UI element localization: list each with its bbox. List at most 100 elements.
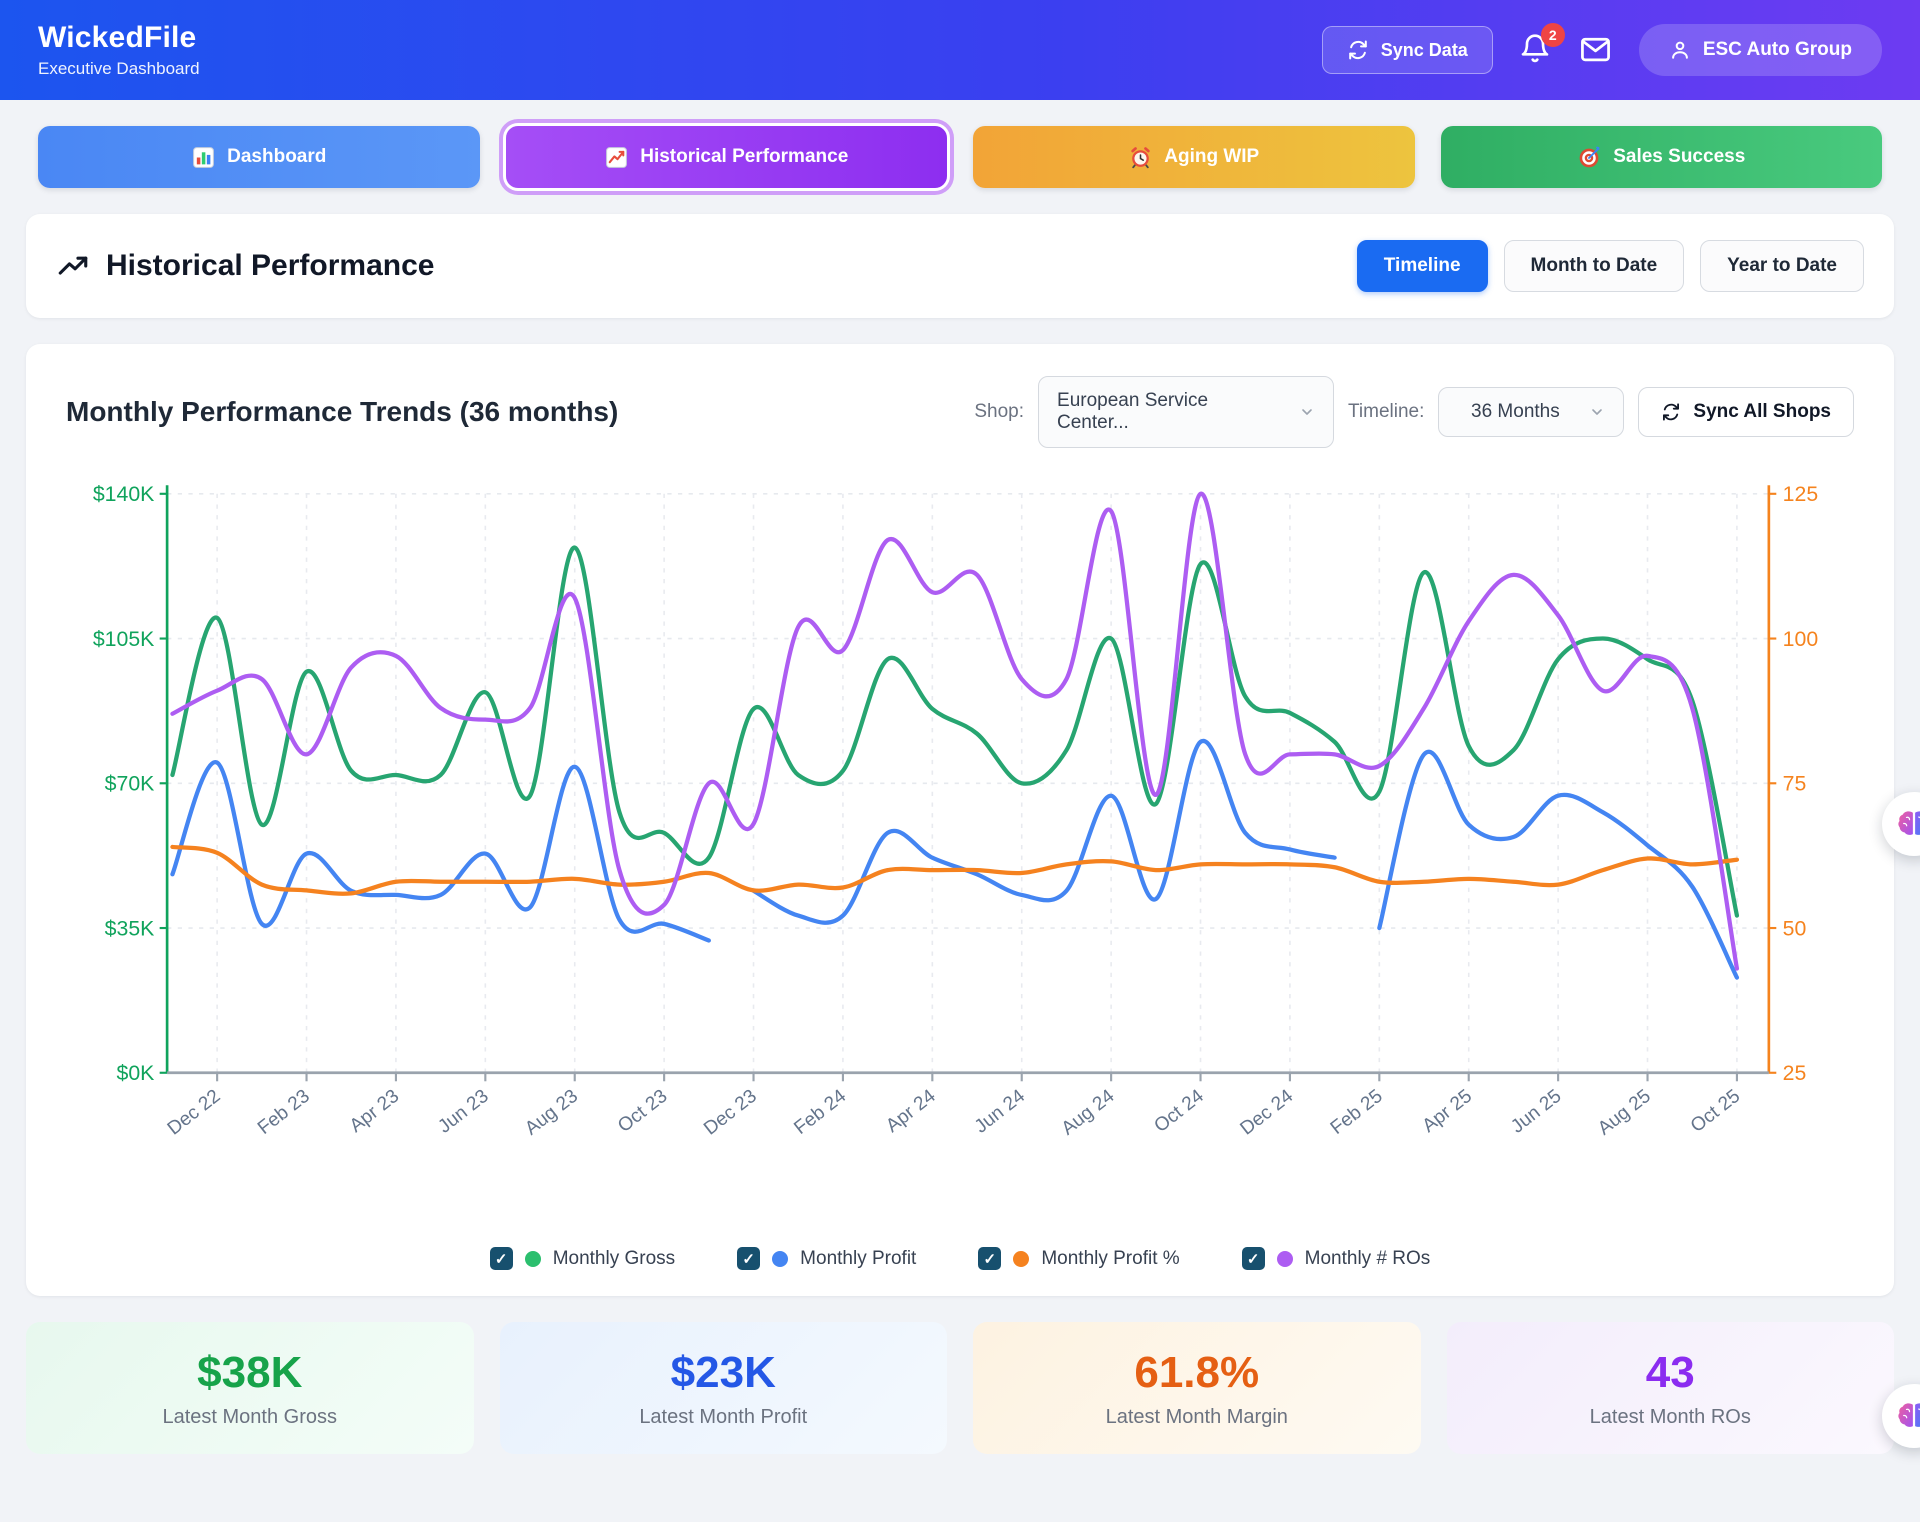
chevron-down-icon: [1589, 404, 1605, 420]
tab-aging-wip[interactable]: Aging WIP: [973, 126, 1415, 188]
legend-toggle-monthly-profit-pct[interactable]: ✓ Monthly Profit %: [978, 1247, 1179, 1270]
legend-label: Monthly Profit: [800, 1248, 916, 1270]
section-header-card: Historical Performance Timeline Month to…: [26, 214, 1894, 318]
notification-badge: 2: [1541, 23, 1565, 47]
shop-select[interactable]: European Service Center...: [1038, 376, 1334, 448]
tab-historical-label: Historical Performance: [640, 146, 848, 168]
svg-text:125: 125: [1783, 482, 1818, 506]
chevron-down-icon: [1299, 404, 1315, 420]
tab-sales-label: Sales Success: [1613, 146, 1745, 168]
stat-value: 43: [1646, 1348, 1695, 1398]
messages-button[interactable]: [1579, 33, 1613, 67]
header-actions: Sync Data 2: [1322, 24, 1882, 76]
svg-text:25: 25: [1783, 1061, 1807, 1085]
svg-text:$70K: $70K: [105, 772, 155, 796]
svg-text:$35K: $35K: [105, 916, 155, 940]
nav-tabs: Dashboard Historical Performance: [0, 126, 1920, 188]
bell-icon: [1519, 52, 1551, 69]
legend-toggle-monthly-gross[interactable]: ✓ Monthly Gross: [490, 1247, 675, 1270]
svg-text:$105K: $105K: [93, 627, 154, 651]
svg-text:Dec 23: Dec 23: [700, 1086, 761, 1140]
alarm-clock-icon: [1128, 145, 1153, 170]
legend-toggle-monthly-profit[interactable]: ✓ Monthly Profit: [737, 1247, 916, 1270]
sync-data-label: Sync Data: [1381, 40, 1468, 61]
legend-label: Monthly Gross: [553, 1248, 675, 1270]
tab-aging-label: Aging WIP: [1164, 146, 1259, 168]
stat-label: Latest Month Gross: [162, 1406, 337, 1429]
year-to-date-button[interactable]: Year to Date: [1700, 240, 1864, 292]
svg-text:Feb 24: Feb 24: [790, 1085, 850, 1138]
refresh-icon: [1661, 402, 1681, 422]
svg-text:Aug 24: Aug 24: [1058, 1085, 1119, 1139]
svg-text:Jun 23: Jun 23: [434, 1086, 492, 1138]
app-title: WickedFile: [38, 21, 200, 55]
svg-text:Apr 25: Apr 25: [1419, 1086, 1476, 1137]
app-header: WickedFile Executive Dashboard Sync Data: [0, 0, 1920, 100]
stat-value: 61.8%: [1134, 1348, 1259, 1398]
chart-header: Monthly Performance Trends (36 months) S…: [66, 376, 1854, 448]
user-icon: [1669, 39, 1691, 61]
account-label: ESC Auto Group: [1703, 39, 1852, 61]
svg-text:Aug 25: Aug 25: [1594, 1086, 1655, 1140]
legend-toggle-monthly-ros[interactable]: ✓ Monthly # ROs: [1242, 1247, 1431, 1270]
tab-dashboard-label: Dashboard: [227, 146, 326, 168]
stat-cards-row: $38K Latest Month Gross $23K Latest Mont…: [26, 1322, 1894, 1454]
notifications-button[interactable]: 2: [1519, 33, 1553, 67]
svg-text:Oct 23: Oct 23: [614, 1086, 671, 1137]
svg-text:$140K: $140K: [93, 482, 154, 506]
sync-data-button[interactable]: Sync Data: [1322, 26, 1493, 74]
svg-text:Aug 23: Aug 23: [521, 1086, 582, 1140]
view-toggle-group: Timeline Month to Date Year to Date: [1357, 240, 1864, 292]
chart-legend: ✓ Monthly Gross ✓ Monthly Profit ✓ Month…: [66, 1247, 1854, 1270]
performance-trend-chart: $0K$35K$70K$105K$140K255075100125Dec 22F…: [66, 464, 1854, 1193]
chart-increasing-icon: [604, 145, 629, 170]
tab-sales-success[interactable]: Sales Success: [1441, 126, 1883, 188]
timeline-select[interactable]: 36 Months: [1438, 387, 1624, 437]
timeline-view-button[interactable]: Timeline: [1357, 240, 1488, 292]
sync-all-shops-button[interactable]: Sync All Shops: [1638, 387, 1854, 437]
chart-controls: Shop: European Service Center... Timelin…: [974, 376, 1854, 448]
brain-icon: [1897, 809, 1920, 839]
svg-text:Feb 23: Feb 23: [254, 1086, 314, 1139]
page-title: Historical Performance: [106, 249, 434, 283]
shop-label: Shop:: [974, 401, 1024, 423]
trending-up-icon: [56, 249, 90, 283]
month-to-date-button[interactable]: Month to Date: [1504, 240, 1685, 292]
svg-text:Feb 25: Feb 25: [1327, 1086, 1387, 1139]
svg-text:75: 75: [1783, 772, 1807, 796]
stat-card-ros: 43 Latest Month ROs: [1447, 1322, 1895, 1454]
stat-label: Latest Month Profit: [639, 1406, 807, 1429]
legend-label: Monthly Profit %: [1041, 1248, 1179, 1270]
checkbox-checked-icon: ✓: [737, 1247, 760, 1270]
brain-icon: [1897, 1401, 1920, 1431]
checkbox-checked-icon: ✓: [978, 1247, 1001, 1270]
svg-text:Oct 24: Oct 24: [1150, 1085, 1208, 1136]
svg-text:Dec 22: Dec 22: [164, 1086, 225, 1140]
bar-chart-icon: [191, 145, 216, 170]
svg-text:50: 50: [1783, 916, 1807, 940]
account-button[interactable]: ESC Auto Group: [1639, 24, 1882, 76]
stat-label: Latest Month Margin: [1106, 1406, 1288, 1429]
tab-historical-performance[interactable]: Historical Performance: [506, 126, 948, 188]
series-color-dot: [1277, 1251, 1293, 1267]
svg-text:Apr 24: Apr 24: [882, 1085, 940, 1136]
stat-value: $38K: [197, 1348, 302, 1398]
sync-all-label: Sync All Shops: [1693, 401, 1831, 423]
chart-title: Monthly Performance Trends (36 months): [66, 396, 618, 428]
stat-label: Latest Month ROs: [1590, 1406, 1751, 1429]
mail-icon: [1579, 53, 1612, 70]
chart-card: Monthly Performance Trends (36 months) S…: [26, 344, 1894, 1296]
svg-text:Oct 25: Oct 25: [1687, 1086, 1744, 1137]
stat-card-margin: 61.8% Latest Month Margin: [973, 1322, 1421, 1454]
page: WickedFile Executive Dashboard Sync Data: [0, 0, 1920, 1522]
shop-select-value: European Service Center...: [1057, 390, 1283, 434]
refresh-icon: [1347, 39, 1369, 61]
svg-text:Dec 24: Dec 24: [1237, 1085, 1298, 1139]
tab-dashboard[interactable]: Dashboard: [38, 126, 480, 188]
svg-text:100: 100: [1783, 627, 1818, 651]
stat-card-profit: $23K Latest Month Profit: [500, 1322, 948, 1454]
stat-value: $23K: [671, 1348, 776, 1398]
series-color-dot: [1013, 1251, 1029, 1267]
checkbox-checked-icon: ✓: [1242, 1247, 1265, 1270]
section-title-block: Historical Performance: [56, 249, 434, 283]
